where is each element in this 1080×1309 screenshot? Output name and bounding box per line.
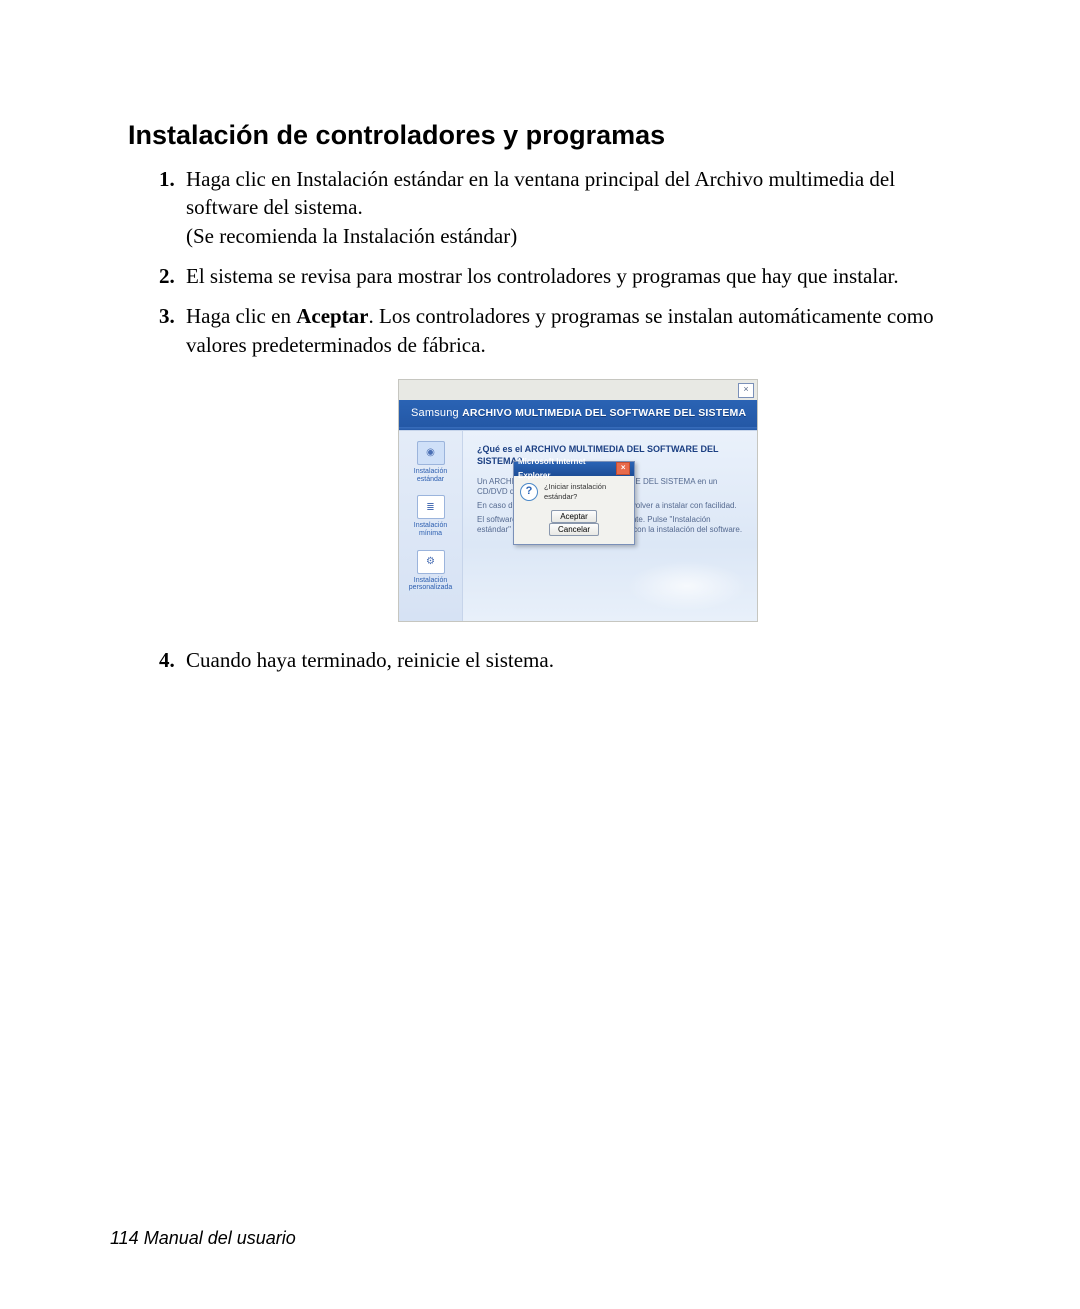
dialog-message: ¿Iniciar instalación estándar? [544,482,628,502]
sidebar-label-standard: Instalación estándar [403,468,458,483]
step-1: Haga clic en Instalación estándar en la … [180,165,970,250]
step-2-text: El sistema se revisa para mostrar los co… [186,264,899,288]
sidebar-item-custom[interactable]: ⚙ Instalación personalizada [403,550,458,592]
app-body: ◉ Instalación estándar ≣ Instalación mín… [399,430,757,621]
window-close-button[interactable]: × [738,383,754,398]
list-icon: ≣ [417,495,445,519]
dialog-title: Microsoft Internet Explorer [518,455,616,483]
sidebar-label-minimal: Instalación mínima [403,522,458,537]
step-3: Haga clic en Aceptar. Los controladores … [180,302,970,622]
step-3-prefix: Haga clic en [186,304,296,328]
step-4-text: Cuando haya terminado, reinicie el siste… [186,648,554,672]
step-list: Haga clic en Instalación estándar en la … [110,165,970,674]
page-footer: 114 Manual del usuario [110,1228,296,1249]
window-titlebar [399,380,757,400]
confirm-dialog: Microsoft Internet Explorer × ? ¿Iniciar… [513,461,635,545]
section-heading: Instalación de controladores y programas [128,120,970,151]
sidebar-item-minimal[interactable]: ≣ Instalación mínima [403,495,458,537]
main-panel: ¿Qué es el ARCHIVO MULTIMEDIA DEL SOFTWA… [463,431,757,621]
sidebar-label-custom: Instalación personalizada [403,577,458,592]
dialog-close-button[interactable]: × [616,462,630,475]
page: Instalación de controladores y programas… [0,0,1080,1309]
installer-window: × Samsung ARCHIVO MULTIMEDIA DEL SOFTWAR… [398,379,758,622]
step-1-line-a: Haga clic en Instalación estándar en la … [186,167,895,219]
disc-icon: ◉ [417,441,445,465]
slider-icon: ⚙ [417,550,445,574]
sidebar-item-standard[interactable]: ◉ Instalación estándar [403,441,458,483]
background-decoration [627,561,747,611]
dialog-cancel-button[interactable]: Cancelar [549,523,599,536]
step-1-line-b: (Se recomienda la Instalación estándar) [186,224,517,248]
step-4: Cuando haya terminado, reinicie el siste… [180,646,970,674]
screenshot-figure: × Samsung ARCHIVO MULTIMEDIA DEL SOFTWAR… [398,379,758,622]
question-icon: ? [520,483,538,501]
dialog-buttons: Aceptar Cancelar [514,506,634,544]
app-header: Samsung ARCHIVO MULTIMEDIA DEL SOFTWARE … [399,400,757,427]
step-3-bold: Aceptar [296,304,368,328]
app-title: ARCHIVO MULTIMEDIA DEL SOFTWARE DEL SIST… [462,407,746,419]
dialog-ok-button[interactable]: Aceptar [551,510,597,523]
dialog-titlebar: Microsoft Internet Explorer × [514,462,634,476]
step-2: El sistema se revisa para mostrar los co… [180,262,970,290]
sidebar: ◉ Instalación estándar ≣ Instalación mín… [399,431,463,621]
brand-label: Samsung [411,407,459,419]
